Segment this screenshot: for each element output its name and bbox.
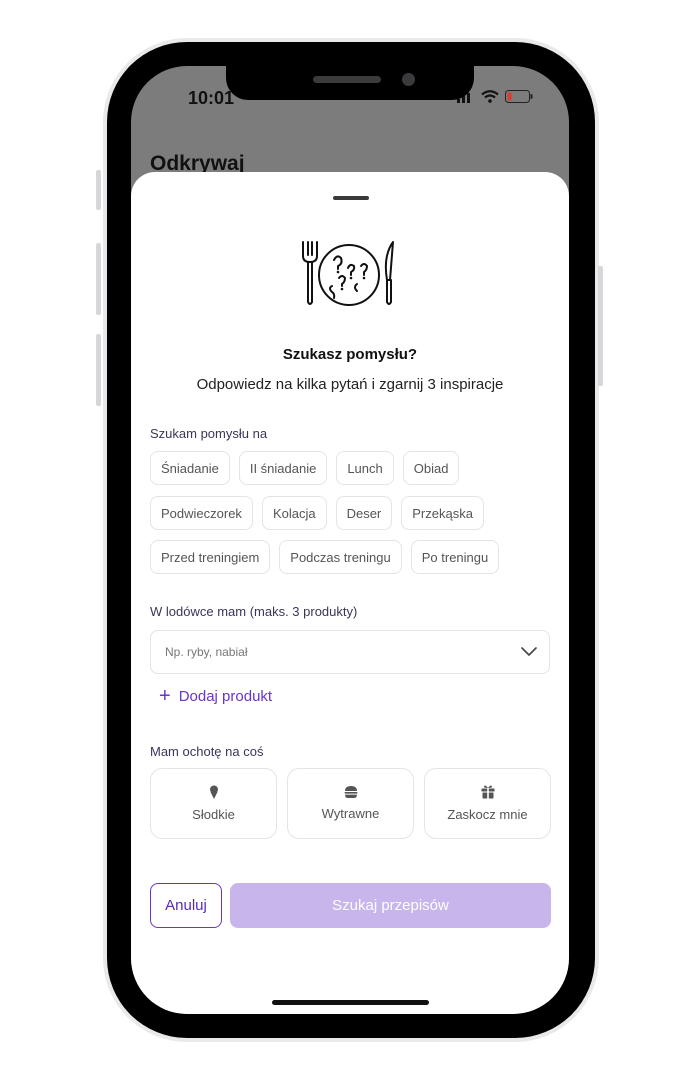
- plus-icon: +: [159, 685, 171, 707]
- phone-screen: 10:01 Odkrywaj Szukasz pomysłu? Odpowied…: [131, 66, 569, 1014]
- mood-option-zaskocz-mnie[interactable]: Zaskocz mnie: [424, 768, 551, 839]
- meal-chip-row-2: Podwieczorek Kolacja Deser Przekąska: [150, 496, 484, 530]
- home-indicator[interactable]: [272, 1000, 429, 1005]
- mood-option-label: Słodkie: [192, 807, 235, 822]
- battery-icon: [505, 90, 533, 103]
- plate-question-illustration: [302, 241, 394, 306]
- meal-chip-ii-sniadanie[interactable]: II śniadanie: [238, 451, 328, 485]
- inspiration-bottom-sheet: Szukasz pomysłu? Odpowiedz na kilka pyta…: [131, 172, 569, 1014]
- meal-chip-sniadanie[interactable]: Śniadanie: [150, 451, 230, 485]
- mood-option-label: Zaskocz mnie: [447, 807, 528, 822]
- meal-chip-deser[interactable]: Deser: [335, 496, 393, 530]
- mood-option-wytrawne[interactable]: Wytrawne: [287, 768, 414, 839]
- meal-chip-lunch[interactable]: Lunch: [336, 451, 394, 485]
- meal-chip-podwieczorek[interactable]: Podwieczorek: [150, 496, 253, 530]
- fridge-select-placeholder: Np. ryby, nabiał: [165, 645, 248, 659]
- mood-options: Słodkie Wytrawne Zaskocz mnie: [150, 768, 551, 839]
- add-product-button[interactable]: + Dodaj produkt: [159, 686, 272, 706]
- meal-chip-przed-treningiem[interactable]: Przed treningiem: [150, 540, 271, 574]
- status-time: 10:01: [188, 88, 235, 108]
- earpiece-speaker: [313, 76, 381, 83]
- front-camera: [402, 73, 415, 86]
- burger-icon: [344, 786, 357, 798]
- cancel-button[interactable]: Anuluj: [150, 883, 222, 928]
- mood-option-label: Wytrawne: [321, 806, 380, 821]
- meal-chip-po-treningu[interactable]: Po treningu: [410, 540, 500, 574]
- volume-up-button: [96, 243, 101, 315]
- sheet-grabber[interactable]: [333, 196, 369, 200]
- chevron-down-icon: [521, 647, 537, 656]
- search-recipes-button[interactable]: Szukaj przepisów: [230, 883, 551, 928]
- mood-section-label: Mam ochotę na coś: [150, 744, 264, 759]
- add-product-label: Dodaj produkt: [178, 687, 273, 705]
- sheet-title: Szukasz pomysłu?: [282, 346, 418, 363]
- gift-icon: [481, 785, 494, 799]
- meal-chip-podczas-treningu[interactable]: Podczas treningu: [279, 540, 402, 574]
- volume-down-button: [96, 334, 101, 406]
- silent-switch: [96, 170, 101, 210]
- phone-notch: [226, 66, 474, 100]
- meal-chip-przekaska[interactable]: Przekąska: [401, 496, 484, 530]
- sheet-subtitle: Odpowiedz na kilka pytań i zgarnij 3 ins…: [196, 376, 504, 393]
- wifi-icon: [481, 90, 499, 103]
- meal-section-label: Szukam pomysłu na: [150, 426, 268, 441]
- meal-chip-row-1: Śniadanie II śniadanie Lunch Obiad: [150, 451, 460, 485]
- power-button: [598, 266, 603, 386]
- fridge-product-select[interactable]: Np. ryby, nabiał: [150, 630, 550, 674]
- meal-chip-kolacja[interactable]: Kolacja: [261, 496, 327, 530]
- fridge-section-label: W lodówce mam (maks. 3 produkty): [150, 604, 358, 619]
- ice-cream-icon: [209, 785, 218, 799]
- meal-chip-obiad[interactable]: Obiad: [402, 451, 460, 485]
- mood-option-slodkie[interactable]: Słodkie: [150, 768, 277, 839]
- meal-chip-row-3: Przed treningiem Podczas treningu Po tre…: [150, 540, 500, 574]
